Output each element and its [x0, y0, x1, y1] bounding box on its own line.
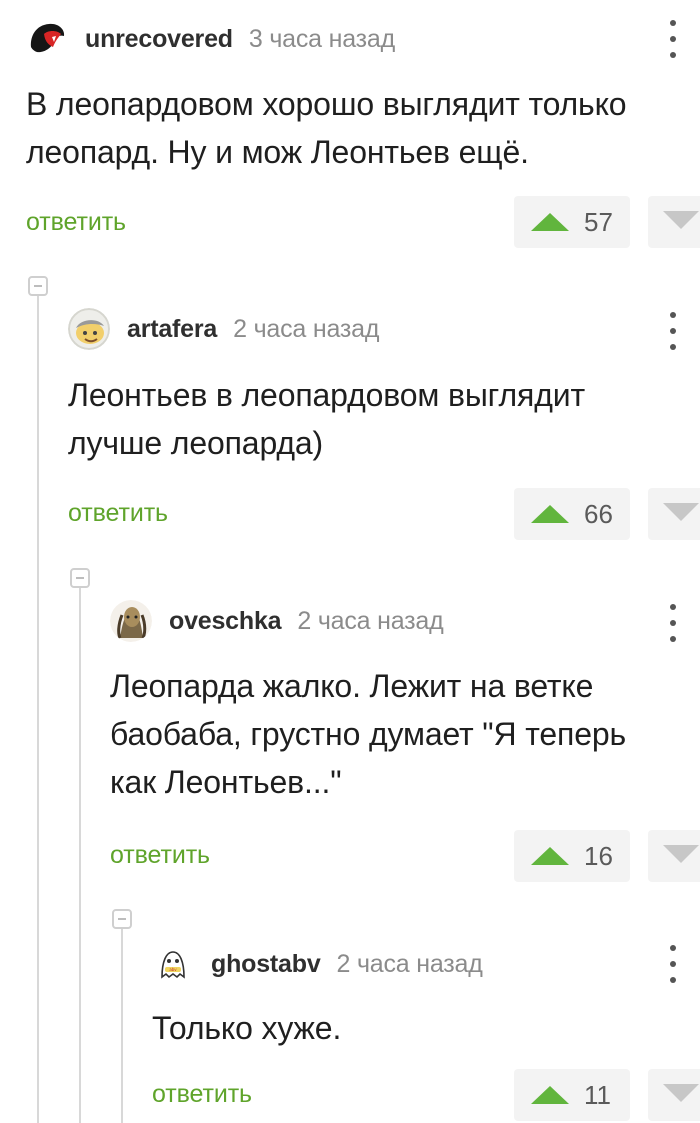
- triangle-down-icon: [663, 1084, 699, 1102]
- timestamp: 2 часа назад: [297, 606, 444, 635]
- comment-text: Только хуже.: [152, 1010, 342, 1046]
- triangle-up-icon: [531, 1086, 569, 1104]
- avatar[interactable]: abv: [152, 943, 194, 985]
- reply-link[interactable]: ответить: [110, 841, 210, 870]
- more-vertical-icon[interactable]: [668, 20, 678, 58]
- triangle-down-icon: [663, 211, 699, 229]
- collapse-thread-button[interactable]: [70, 568, 90, 588]
- username[interactable]: unrecovered: [85, 25, 233, 54]
- more-vertical-icon[interactable]: [668, 945, 678, 983]
- reply-link[interactable]: ответить: [68, 499, 168, 528]
- comment-header: artafera 2 часа назад: [68, 307, 379, 351]
- username[interactable]: ghostabv: [211, 950, 321, 979]
- triangle-down-icon: [663, 845, 699, 863]
- vote-down-button[interactable]: [648, 830, 700, 882]
- vote-down-button[interactable]: [648, 196, 700, 248]
- timestamp: 2 часа назад: [336, 949, 483, 978]
- collapse-thread-button[interactable]: [28, 276, 48, 296]
- thread-line-level-1: [37, 286, 39, 1123]
- vote-count: 11: [584, 1079, 611, 1110]
- avatar[interactable]: [68, 308, 110, 350]
- thread-line-level-3: [121, 919, 123, 1123]
- comment-header: unrecovered 3 часа назад: [26, 17, 395, 61]
- triangle-up-icon: [531, 213, 569, 231]
- comment: oveschka 2 часа назад Леопарда жалко. Ле…: [110, 584, 700, 894]
- comment-text: В леопардовом хорошо выглядит только лео…: [26, 86, 627, 170]
- reply-link[interactable]: ответить: [26, 208, 126, 237]
- comment-header: abv ghostabv 2 часа назад: [152, 942, 483, 986]
- username[interactable]: oveschka: [169, 607, 282, 636]
- comment: unrecovered 3 часа назад В леопардовом х…: [26, 0, 700, 260]
- svg-text:abv: abv: [169, 967, 177, 972]
- vote-down-button[interactable]: [648, 488, 700, 540]
- timestamp: 3 часа назад: [248, 24, 395, 53]
- more-vertical-icon[interactable]: [668, 604, 678, 642]
- comment: abv ghostabv 2 часа назад Только хуже. о…: [152, 924, 700, 1123]
- vote-up-button[interactable]: 66: [514, 488, 630, 540]
- username[interactable]: artafera: [127, 315, 217, 344]
- reply-link[interactable]: ответить: [152, 1080, 252, 1109]
- more-vertical-icon[interactable]: [668, 312, 678, 350]
- triangle-down-icon: [663, 503, 699, 521]
- thread-line-level-2: [79, 578, 81, 1123]
- avatar[interactable]: [110, 600, 152, 642]
- timestamp: 2 часа назад: [233, 314, 380, 343]
- collapse-thread-button[interactable]: [112, 909, 132, 929]
- triangle-up-icon: [531, 847, 569, 865]
- vote-count: 16: [584, 840, 613, 871]
- triangle-up-icon: [531, 505, 569, 523]
- comment-text: Леонтьев в леопардовом выглядит лучше ле…: [68, 377, 585, 461]
- vote-up-button[interactable]: 11: [514, 1069, 630, 1121]
- vote-down-button[interactable]: [648, 1069, 700, 1121]
- comment-header: oveschka 2 часа назад: [110, 599, 444, 643]
- comment: artafera 2 часа назад Леонтьев в леопард…: [68, 292, 700, 552]
- vote-count: 66: [584, 498, 613, 529]
- vote-up-button[interactable]: 57: [514, 196, 630, 248]
- comment-text: Леопарда жалко. Лежит на ветке баобаба, …: [110, 668, 627, 800]
- avatar[interactable]: [26, 18, 68, 60]
- vote-up-button[interactable]: 16: [514, 830, 630, 882]
- vote-count: 57: [584, 206, 613, 237]
